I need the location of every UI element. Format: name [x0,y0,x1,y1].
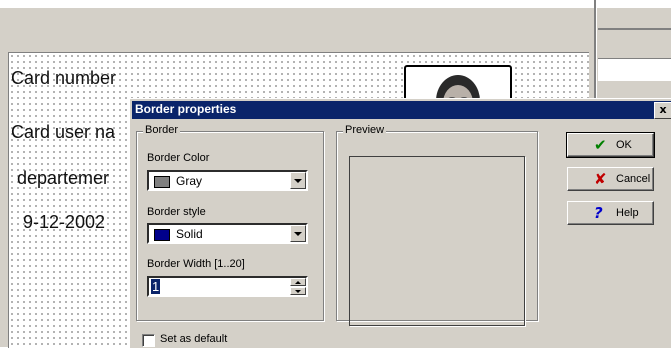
dialog-titlebar[interactable]: Border properties x [132,101,671,119]
checkmark-icon: ✔ [594,136,607,154]
date-field[interactable]: 9-12-2002 [23,212,105,233]
right-panel-separator [598,28,671,30]
ok-button[interactable]: ✔ OK [566,132,655,158]
border-properties-dialog: Border properties x Border Border Color … [129,98,671,348]
department-field[interactable]: departemer [17,168,109,189]
border-style-label: Border style [147,206,206,218]
preview-group: Preview [336,124,538,326]
question-mark-icon: ? [594,204,603,222]
top-strip [0,0,671,8]
dialog-title: Border properties [135,102,237,116]
border-width-label: Border Width [1..20] [147,258,245,270]
set-default-label[interactable]: Set as default [160,333,227,345]
border-color-label: Border Color [147,152,210,164]
preview-box [349,156,525,326]
border-color-select[interactable]: Gray [147,170,308,191]
border-style-value: Solid [176,227,203,241]
chevron-down-icon[interactable] [290,172,306,189]
border-color-value: Gray [176,174,203,188]
border-style-select[interactable]: Solid [147,223,308,244]
card-number-field[interactable]: Card number [11,68,116,89]
border-width-spinner[interactable]: 1 [147,276,308,297]
spinner-buttons [290,278,306,295]
preview-group-legend: Preview [343,124,387,136]
border-width-value[interactable]: 1 [151,279,161,294]
gray-swatch-icon [154,176,170,188]
ok-button-label: OK [616,139,632,151]
border-group-legend: Border [143,124,181,136]
cancel-button[interactable]: ✘ Cancel [567,167,654,191]
close-icon[interactable]: x [654,102,671,119]
spin-up-icon[interactable] [290,278,306,286]
solid-swatch-icon [154,229,170,241]
help-button-label: Help [616,207,639,219]
help-button[interactable]: ? Help [567,201,654,225]
chevron-down-icon[interactable] [290,225,306,242]
cancel-button-label: Cancel [616,173,651,185]
border-group: Border Border Color Gray Border style So… [136,124,324,321]
spin-down-icon[interactable] [290,287,306,295]
set-default-checkbox[interactable] [142,334,155,347]
right-panel-field[interactable] [598,58,671,81]
card-user-name-field[interactable]: Card user na [11,122,115,143]
cross-icon: ✘ [594,170,607,188]
